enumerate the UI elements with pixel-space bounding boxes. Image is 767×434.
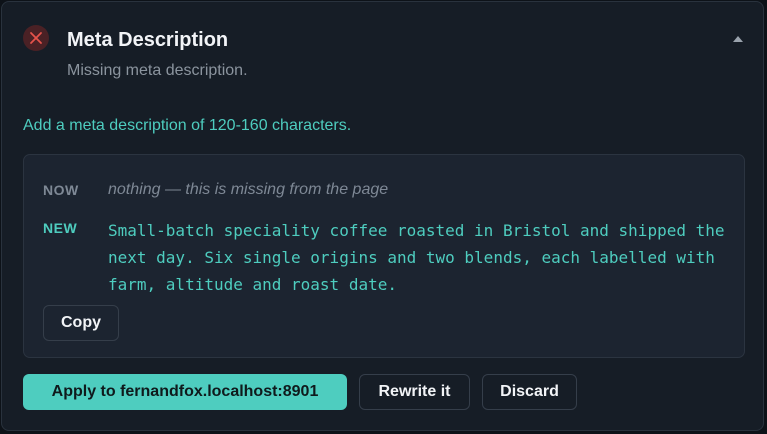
new-value: Small-batch speciality coffee roasted in… <box>108 221 735 294</box>
error-status-icon <box>23 25 49 51</box>
now-value: nothing — this is missing from the page <box>108 181 389 198</box>
close-icon <box>30 32 42 44</box>
now-label: NOW <box>43 182 79 198</box>
chevron-up-icon[interactable] <box>730 33 746 45</box>
audit-subtitle: Missing meta description. <box>67 62 248 79</box>
copy-button[interactable]: Copy <box>43 305 119 341</box>
discard-button[interactable]: Discard <box>482 374 577 410</box>
recommendation-text: Add a meta description of 120-160 charac… <box>23 117 352 134</box>
apply-button[interactable]: Apply to fernandfox.localhost:8901 <box>23 374 347 410</box>
rewrite-button[interactable]: Rewrite it <box>359 374 470 410</box>
new-label: NEW <box>43 220 78 236</box>
audit-card: Meta Description Missing meta descriptio… <box>1 1 764 431</box>
audit-title: Meta Description <box>67 29 229 51</box>
compare-box: NOW nothing — this is missing from the p… <box>23 154 745 358</box>
